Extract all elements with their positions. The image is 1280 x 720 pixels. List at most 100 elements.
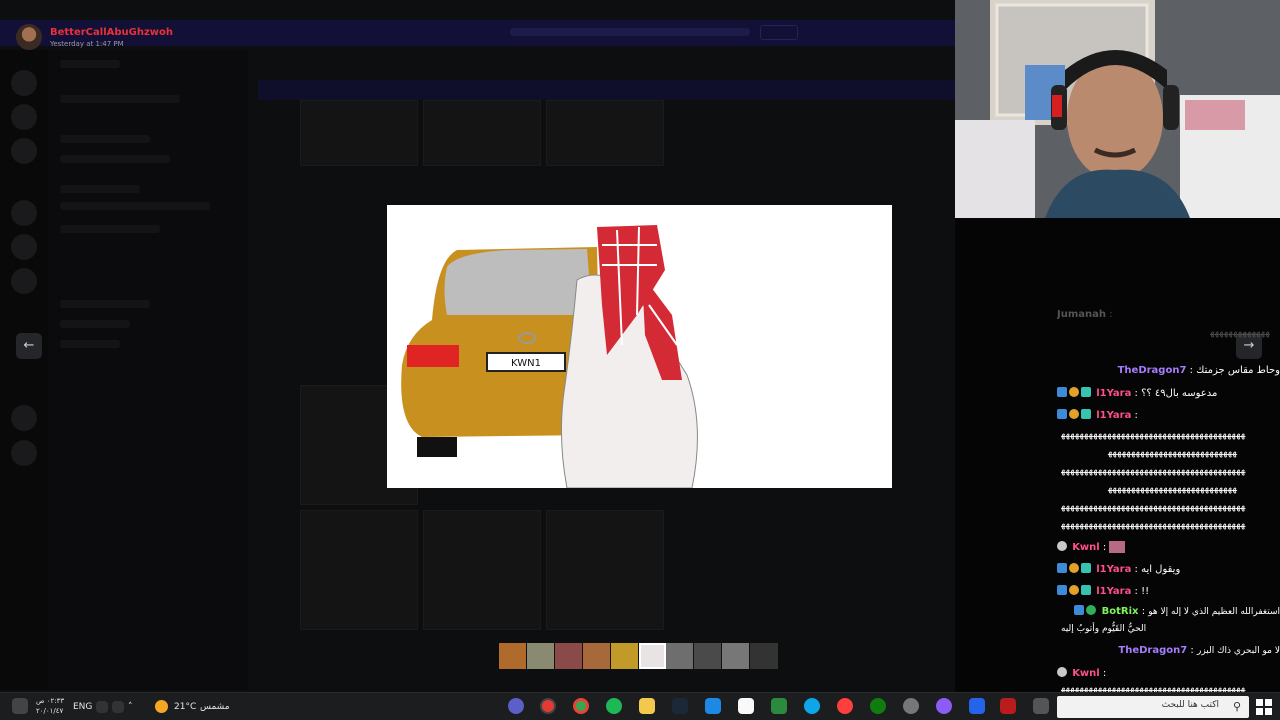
- channel-row[interactable]: [60, 202, 210, 210]
- chat-spam-line: ﻬﻬﻬﻬﻬﻬﻬﻬﻬﻬﻬﻬﻬﻬﻬﻬﻬﻬﻬﻬﻬﻬﻬﻬﻬﻬﻬﻬﻬﻬﻬﻬﻬﻬﻬﻬﻬﻬﻬﻬ: [1061, 501, 1246, 512]
- chat-message: l1Yara : !!: [1057, 582, 1280, 601]
- chat-overlay: Jumanah : ﻬﻬﻬﻬﻬﻬﻬﻬﻬﻬﻬﻬﻬ TheDragon7 : وحا…: [1057, 300, 1280, 692]
- chat-separator: :: [1134, 564, 1138, 575]
- chat-message: l1Yara : ويقول ايه: [1057, 560, 1280, 579]
- app-icon-obs[interactable]: [540, 698, 556, 714]
- edge-icon[interactable]: [804, 698, 820, 714]
- chat-spam-line: ﻬﻬﻬﻬﻬﻬﻬﻬﻬﻬﻬﻬﻬﻬﻬﻬﻬﻬﻬﻬﻬﻬﻬﻬﻬﻬﻬﻬﻬﻬﻬﻬﻬﻬﻬﻬﻬﻬﻬﻬ: [1061, 429, 1246, 440]
- badge-icon: [1081, 563, 1091, 573]
- settings-icon[interactable]: [903, 698, 919, 714]
- chat-username: l1Yara: [1096, 388, 1132, 399]
- strip-thumbnail[interactable]: [582, 643, 611, 669]
- search-input[interactable]: اكتب هنا للبحث ⚲: [1057, 696, 1249, 718]
- chat-message: Kwnl :: [1057, 538, 1280, 557]
- channel-row[interactable]: [60, 60, 120, 68]
- spotify-icon[interactable]: [606, 698, 622, 714]
- store-icon[interactable]: [738, 698, 754, 714]
- chat-message: TheDragon7 : وحاط مقاس جزمتك: [1057, 362, 1280, 380]
- app-icon-3[interactable]: [771, 698, 787, 714]
- strip-thumbnail[interactable]: [499, 643, 527, 669]
- chat-message-continued: الحيُّ القَيُّوم وأتوبُ إليه: [1057, 620, 1280, 638]
- app-icon-4[interactable]: [837, 698, 853, 714]
- chat-badges: [1074, 602, 1098, 620]
- chat-text: ويقول ايه: [1141, 564, 1181, 575]
- post-username[interactable]: BetterCallAbuGhzwoh: [50, 27, 173, 38]
- chat-message: Jumanah :: [1057, 306, 1280, 324]
- strip-thumbnail-selected[interactable]: [638, 643, 667, 669]
- server-icon[interactable]: [11, 234, 37, 260]
- chat-separator: :: [1141, 606, 1146, 617]
- banner-button[interactable]: [760, 25, 798, 40]
- banner-text: [510, 28, 750, 36]
- strip-thumbnail[interactable]: [666, 643, 695, 669]
- steam-icon[interactable]: [672, 698, 688, 714]
- chat-username: Kwnl: [1072, 542, 1100, 553]
- language-indicator[interactable]: ENG: [73, 698, 92, 716]
- gallery-thumbnail[interactable]: [546, 510, 664, 630]
- badge-icon: [1081, 409, 1091, 419]
- task-view-icon[interactable]: [1033, 698, 1049, 714]
- server-icon[interactable]: [11, 200, 37, 226]
- webcam-image: [955, 0, 1280, 218]
- chat-text: لا مو البحري ذاك البزر: [1196, 646, 1280, 656]
- strip-thumbnail[interactable]: [526, 643, 555, 669]
- chat-username: l1Yara: [1096, 586, 1132, 597]
- strip-thumbnail[interactable]: [554, 643, 583, 669]
- chat-username: BotRix: [1101, 606, 1139, 617]
- chat-username: Jumanah: [1057, 309, 1106, 320]
- app-icon-6[interactable]: [969, 698, 985, 714]
- chrome-icon[interactable]: [573, 698, 589, 714]
- search-icon: ⚲: [1232, 700, 1241, 713]
- channel-row[interactable]: [60, 340, 120, 348]
- gallery-thumbnail[interactable]: [423, 100, 541, 166]
- notification-icon[interactable]: [12, 698, 28, 714]
- chat-separator: :: [1189, 365, 1193, 376]
- channel-row[interactable]: [60, 95, 180, 103]
- app-icon-7[interactable]: [1000, 698, 1016, 714]
- image-preview: KWN1: [387, 205, 892, 488]
- chat-username: TheDragon7: [1118, 645, 1188, 656]
- server-icon[interactable]: [11, 70, 37, 96]
- strip-thumbnail[interactable]: [722, 643, 751, 669]
- server-icon[interactable]: [11, 138, 37, 164]
- channel-row[interactable]: [60, 135, 150, 143]
- badge-icon: [1057, 585, 1067, 595]
- volume-icon[interactable]: [112, 701, 124, 713]
- xbox-icon[interactable]: [870, 698, 886, 714]
- weather-temp[interactable]: 21°C: [174, 698, 196, 716]
- server-icon[interactable]: [11, 405, 37, 431]
- weather-desc[interactable]: مشمس: [200, 698, 230, 716]
- app-icon-5[interactable]: [936, 698, 952, 714]
- gallery-thumbnail[interactable]: [546, 100, 664, 166]
- chat-badges: [1057, 560, 1093, 578]
- strip-thumbnail[interactable]: [750, 643, 779, 669]
- channel-row[interactable]: [60, 320, 130, 328]
- chevron-left-icon: ←: [23, 338, 35, 353]
- app-icon-2[interactable]: [705, 698, 721, 714]
- gallery-thumbnail[interactable]: [300, 100, 418, 166]
- chat-text: مدعوسه بال٤٩ ؟؟: [1141, 388, 1218, 399]
- channel-row[interactable]: [60, 155, 170, 163]
- avatar[interactable]: [16, 24, 42, 50]
- chat-badges: [1057, 384, 1093, 402]
- channel-row[interactable]: [60, 185, 140, 193]
- network-icon[interactable]: [96, 701, 108, 713]
- channel-row[interactable]: [60, 300, 150, 308]
- chat-spam-line: ﻬﻬﻬﻬﻬﻬﻬﻬﻬﻬﻬﻬﻬﻬﻬﻬﻬﻬﻬﻬﻬﻬﻬﻬﻬﻬﻬﻬﻬﻬﻬﻬﻬﻬﻬﻬﻬﻬﻬﻬ: [1061, 683, 1246, 692]
- strip-thumbnail[interactable]: [694, 643, 723, 669]
- server-icon[interactable]: [11, 104, 37, 130]
- gallery-thumbnail[interactable]: [423, 510, 541, 630]
- server-icon[interactable]: [11, 268, 37, 294]
- server-icon[interactable]: [11, 440, 37, 466]
- clock[interactable]: ٠٢:٣٣ ص ٢٠/٠١/٤٧: [36, 696, 64, 715]
- folder-icon[interactable]: [639, 698, 655, 714]
- gallery-thumbnail[interactable]: [300, 510, 418, 630]
- chat-username: TheDragon7: [1117, 365, 1187, 376]
- previous-image-button[interactable]: ←: [16, 333, 42, 359]
- channel-row[interactable]: [60, 225, 160, 233]
- strip-thumbnail[interactable]: [610, 643, 639, 669]
- image-thumbnail-strip: [499, 643, 779, 669]
- windows-start-icon[interactable]: [1256, 699, 1272, 715]
- chevron-up-icon[interactable]: ˄: [128, 698, 133, 716]
- app-icon-1[interactable]: [508, 698, 524, 714]
